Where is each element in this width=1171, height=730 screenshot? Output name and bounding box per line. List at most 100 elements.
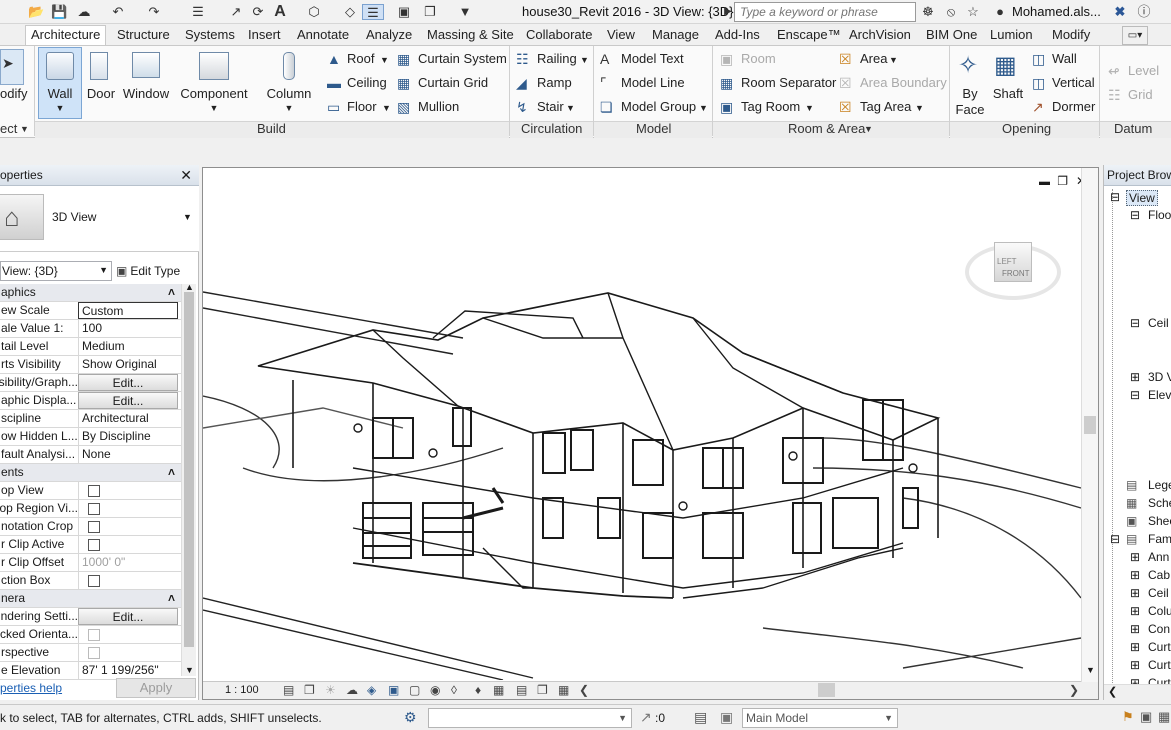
- tag-room-button[interactable]: Tag Room: [741, 99, 800, 115]
- design-options-icon[interactable]: ▤: [694, 709, 707, 726]
- property-row[interactable]: op Region Vi...: [0, 500, 181, 518]
- property-value[interactable]: Medium: [78, 338, 178, 355]
- tree-item-3d-views[interactable]: 3D V: [1148, 370, 1171, 384]
- crop-view-icon[interactable]: ▣: [388, 683, 399, 697]
- stair-button[interactable]: Stair: [537, 99, 564, 115]
- property-value[interactable]: None: [78, 446, 178, 463]
- grid-button[interactable]: Grid: [1128, 87, 1153, 103]
- collapse-icon[interactable]: ⊟: [1130, 388, 1140, 402]
- property-value[interactable]: By Discipline: [78, 428, 178, 445]
- tree-item-family[interactable]: Cab: [1148, 568, 1170, 582]
- curtain-grid-button[interactable]: Curtain Grid: [418, 75, 488, 91]
- collapse-icon[interactable]: ⊟: [1130, 316, 1140, 330]
- tab-structure[interactable]: Structure: [117, 26, 170, 45]
- expand-icon[interactable]: ⊞: [1130, 568, 1140, 582]
- vertical-scroll-thumb[interactable]: [1084, 416, 1096, 434]
- design-option-dropdown[interactable]: Main Model ▼: [742, 708, 898, 728]
- expand-icon[interactable]: ⊞: [1130, 586, 1140, 600]
- curtain-system-button[interactable]: Curtain System: [418, 51, 507, 67]
- tab-archvision[interactable]: ArchVision: [849, 26, 911, 45]
- property-checkbox[interactable]: [88, 539, 100, 551]
- tab-lumion[interactable]: Lumion: [990, 26, 1033, 45]
- expand-icon[interactable]: ⊞: [1130, 622, 1140, 636]
- property-checkbox[interactable]: [88, 503, 100, 515]
- property-row[interactable]: aphic Displa... Edit...: [0, 392, 181, 410]
- text-icon[interactable]: A: [272, 4, 288, 20]
- expand-icon[interactable]: ⊞: [1130, 640, 1140, 654]
- tab-enscape[interactable]: Enscape™: [777, 26, 841, 45]
- scrollbar-thumb[interactable]: [184, 292, 194, 647]
- properties-help-link[interactable]: perties help: [0, 681, 62, 695]
- area-button[interactable]: Area: [860, 51, 887, 67]
- property-value[interactable]: Architectural: [78, 410, 178, 427]
- property-checkbox-cell[interactable]: [78, 482, 178, 499]
- property-checkbox-cell[interactable]: [78, 536, 178, 553]
- tab-modify[interactable]: Modify: [1052, 26, 1090, 45]
- ribbon-options-icon[interactable]: ▭▾: [1122, 26, 1148, 45]
- property-row[interactable]: tail Level Medium: [0, 338, 181, 356]
- 3d-view-canvas[interactable]: ▬ ❐ ✕: [202, 167, 1099, 700]
- highlight-icon[interactable]: ❐: [537, 683, 548, 697]
- expand-icon[interactable]: ⊞: [1130, 604, 1140, 618]
- tab-collaborate[interactable]: Collaborate: [526, 26, 593, 45]
- property-row[interactable]: ndering Setti... Edit...: [0, 608, 181, 626]
- properties-scrollbar[interactable]: ▲ ▼: [181, 282, 196, 676]
- edit-type-button[interactable]: ▣ Edit Type: [116, 261, 198, 281]
- tab-insert[interactable]: Insert: [248, 26, 281, 45]
- close-icon[interactable]: ✕: [180, 165, 192, 185]
- close-hidden-icon[interactable]: ▣: [396, 4, 412, 20]
- collapse-group-icon[interactable]: ˄: [168, 284, 175, 301]
- property-row[interactable]: ale Value 1: 100: [0, 320, 181, 338]
- tab-add-ins[interactable]: Add-Ins: [715, 26, 760, 45]
- worksharing-icon[interactable]: ▦: [558, 683, 569, 697]
- stair-dropdown-icon[interactable]: ▼: [566, 100, 575, 116]
- render-icon[interactable]: ◈: [367, 683, 376, 697]
- tree-item-family[interactable]: Colu: [1148, 604, 1171, 618]
- tree-item-ceiling-plans[interactable]: Ceil: [1148, 316, 1169, 330]
- scroll-left-icon[interactable]: ❮: [579, 683, 589, 697]
- level-button[interactable]: Level: [1128, 63, 1159, 79]
- exchange-apps-icon[interactable]: ✖: [1112, 4, 1128, 20]
- subscription-icon[interactable]: ⦸: [943, 4, 959, 20]
- ceiling-button[interactable]: Ceiling: [347, 75, 387, 91]
- tag-area-dropdown-icon[interactable]: ▼: [915, 100, 924, 116]
- collapse-icon[interactable]: ⊟: [1110, 190, 1120, 204]
- tree-item-family[interactable]: Ceil: [1148, 586, 1169, 600]
- property-row[interactable]: r Clip Active: [0, 536, 181, 554]
- tree-item-family[interactable]: Con: [1148, 622, 1170, 636]
- property-value[interactable]: 100: [78, 320, 178, 337]
- column-dropdown-icon[interactable]: ▼: [262, 100, 316, 116]
- floor-dropdown-icon[interactable]: ▼: [382, 100, 391, 116]
- door-button[interactable]: Door: [84, 86, 118, 102]
- type-selector[interactable]: ⌂ 3D View ▼: [0, 186, 199, 252]
- property-value[interactable]: Edit...: [78, 392, 178, 409]
- property-value[interactable]: 1000' 0": [78, 554, 178, 571]
- tree-item-floor-plans[interactable]: Floo: [1148, 208, 1171, 222]
- property-checkbox-cell[interactable]: [78, 644, 178, 661]
- window-button[interactable]: Window: [120, 86, 172, 102]
- property-row[interactable]: notation Crop: [0, 518, 181, 536]
- select-links-icon[interactable]: ⚑: [1122, 709, 1134, 725]
- align-icon[interactable]: ☰: [190, 4, 206, 20]
- expand-icon[interactable]: ⊞: [1130, 658, 1140, 672]
- model-group-button[interactable]: Model Group: [621, 99, 696, 115]
- expand-icon[interactable]: ⊞: [1130, 370, 1140, 384]
- property-row[interactable]: ow Hidden L... By Discipline: [0, 428, 181, 446]
- favorites-star-icon[interactable]: ☆: [965, 4, 981, 20]
- help-icon[interactable]: ⓘ: [1136, 4, 1152, 20]
- select-panel-label[interactable]: ect: [0, 121, 35, 137]
- roof-dropdown-icon[interactable]: ▼: [380, 52, 389, 68]
- mullion-button[interactable]: Mullion: [418, 99, 459, 115]
- scroll-down-icon[interactable]: ▼: [1086, 665, 1095, 675]
- select-dropdown-icon[interactable]: ▼: [20, 121, 29, 137]
- tree-item-schedules[interactable]: Sche: [1148, 496, 1171, 510]
- select-pinned-icon[interactable]: ▣: [1140, 709, 1152, 725]
- model-line-button[interactable]: Model Line: [621, 75, 685, 91]
- detail-level-icon[interactable]: ▤: [283, 683, 294, 697]
- tree-item-elevations[interactable]: Elev: [1148, 388, 1171, 402]
- dormer-button[interactable]: Dormer: [1052, 99, 1095, 115]
- shadows-icon[interactable]: ☁: [346, 683, 358, 697]
- property-checkbox[interactable]: [88, 485, 100, 497]
- by-face-button[interactable]: By Face: [952, 86, 988, 118]
- search-input[interactable]: [734, 2, 916, 22]
